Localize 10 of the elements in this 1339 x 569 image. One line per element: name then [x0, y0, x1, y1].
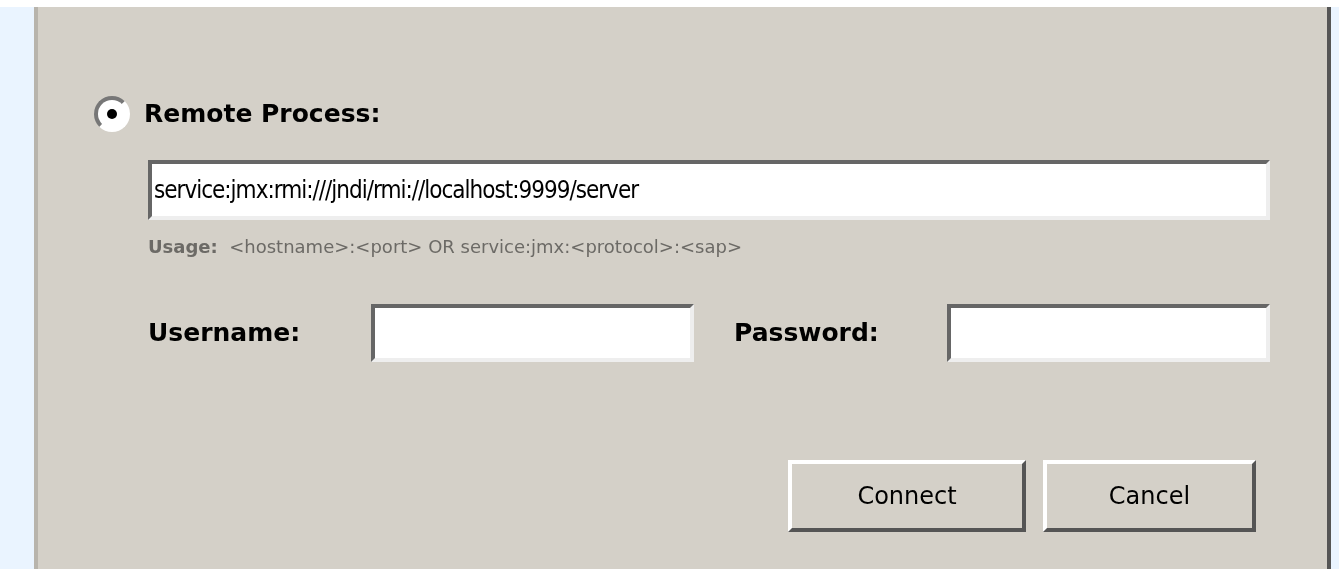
dialog-button[interactable]: Connect — [788, 460, 1026, 532]
url-field[interactable]: service:jmx:rmi:///jndi/rmi://localhost:9999/server — [148, 160, 1270, 220]
radio-button[interactable] — [94, 95, 130, 132]
username-field[interactable] — [371, 304, 694, 362]
username-label: Username: — [148, 317, 302, 350]
password-label: Password: — [734, 317, 880, 350]
usage-hint: Usage: <hostname>:<port> OR service:jmx:<protocol>:<sap> — [148, 235, 742, 259]
remote-process-label: Remote Process: — [144, 98, 381, 130]
password-field[interactable] — [947, 304, 1270, 362]
dialog-button[interactable]: Cancel — [1043, 460, 1256, 532]
